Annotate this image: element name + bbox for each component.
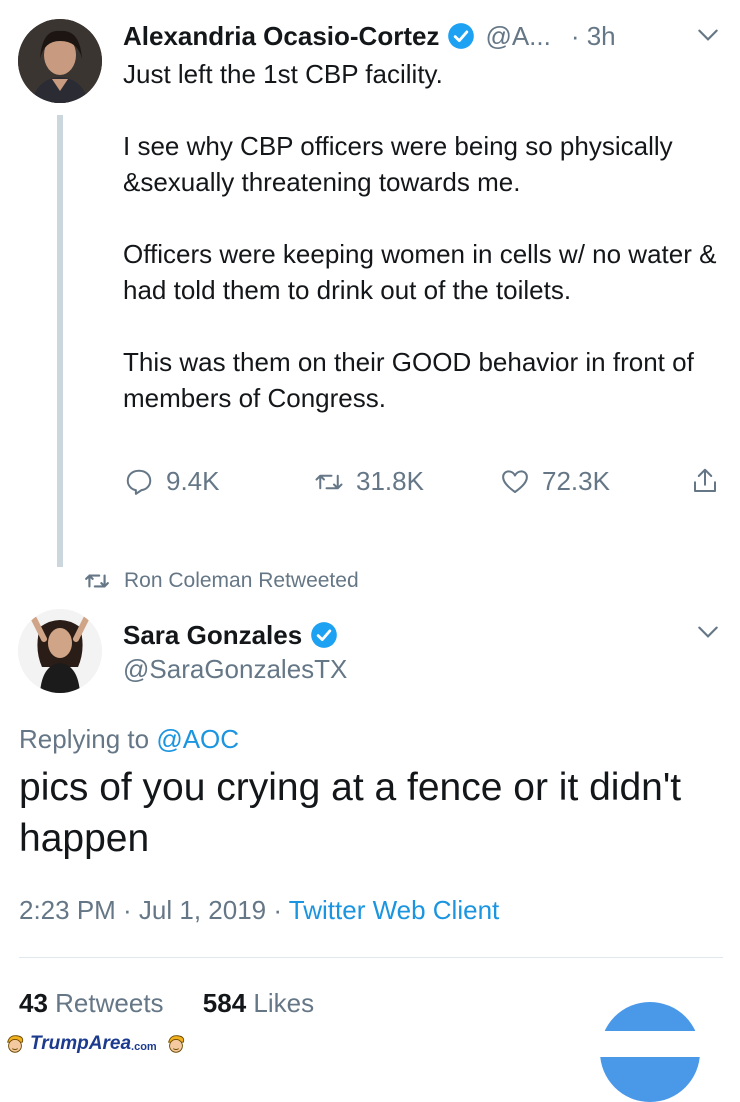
retweeted-by-row[interactable]: Ron Coleman Retweeted: [84, 567, 359, 595]
retweet-total-label: Retweets: [55, 988, 164, 1018]
heart-icon: [502, 469, 528, 493]
replying-to: Replying to @AOC: [19, 724, 239, 755]
retweet-icon: [315, 474, 343, 489]
like-total: 584: [202, 988, 247, 1018]
tweet2-more-chevron-down-icon[interactable]: [695, 619, 721, 650]
likes-stat[interactable]: 584 Likes: [203, 988, 314, 1018]
tweet2-header: Sara Gonzales: [123, 617, 338, 653]
retweet-button[interactable]: 31.8K: [314, 466, 424, 497]
tweet2-timestamp[interactable]: 2:23 PM · Jul 1, 2019 ·: [19, 895, 289, 925]
tweet2-handle[interactable]: @SaraGonzalesTX: [123, 654, 347, 685]
tweet2-text: pics of you crying at a fence or it didn…: [19, 766, 682, 860]
tweet2-client-link[interactable]: Twitter Web Client: [289, 895, 499, 925]
tweet1-text: Just left the 1st CBP facility. I see wh…: [123, 59, 717, 413]
tweet2-author-name[interactable]: Sara Gonzales: [123, 620, 302, 651]
avatar-sara[interactable]: [18, 609, 102, 693]
tweet1-header: Alexandria Ocasio-Cortez @A... · 3h: [123, 18, 616, 54]
tweet2-stats: 43 Retweets 584 Likes: [19, 988, 314, 1019]
retweet-total: 43: [19, 988, 48, 1018]
reply-button[interactable]: 9.4K: [124, 466, 220, 497]
thread-line: [57, 115, 63, 567]
share-icon: [694, 468, 716, 492]
reply-count: 9.4K: [166, 466, 220, 496]
retweets-stat[interactable]: 43 Retweets: [19, 988, 171, 1018]
verified-badge-icon: [447, 22, 475, 50]
retweet-count: 31.8K: [356, 466, 424, 496]
replying-to-handle-link[interactable]: @AOC: [156, 724, 239, 754]
divider: [19, 957, 723, 958]
like-button[interactable]: 72.3K: [500, 466, 610, 497]
tweet2-timestamp-row: 2:23 PM · Jul 1, 2019 · Twitter Web Clie…: [19, 895, 499, 926]
tweet1-more-chevron-down-icon[interactable]: [695, 22, 721, 53]
watermark-suffix: .com: [131, 1040, 157, 1053]
avatar-aoc[interactable]: [18, 19, 102, 103]
retweeted-by-label: Ron Coleman Retweeted: [124, 569, 359, 592]
like-count: 72.3K: [542, 466, 610, 496]
tweet1-time[interactable]: · 3h: [571, 21, 616, 52]
retweet-small-icon: [85, 574, 109, 588]
trump-caricature-icon: [7, 1035, 24, 1053]
watermark: TrumpArea .com: [4, 1033, 187, 1055]
watermark-brand: TrumpArea: [30, 1033, 132, 1054]
replying-to-prefix: Replying to: [19, 724, 150, 754]
reply-icon: [126, 469, 152, 495]
like-total-label: Likes: [253, 988, 315, 1018]
share-button[interactable]: [690, 466, 720, 496]
verified-badge-icon: [310, 621, 338, 649]
trump-caricature-icon: [167, 1035, 184, 1053]
tweet1-author-name[interactable]: Alexandria Ocasio-Cortez: [123, 21, 439, 52]
tweet1-handle[interactable]: @A...: [485, 21, 550, 52]
